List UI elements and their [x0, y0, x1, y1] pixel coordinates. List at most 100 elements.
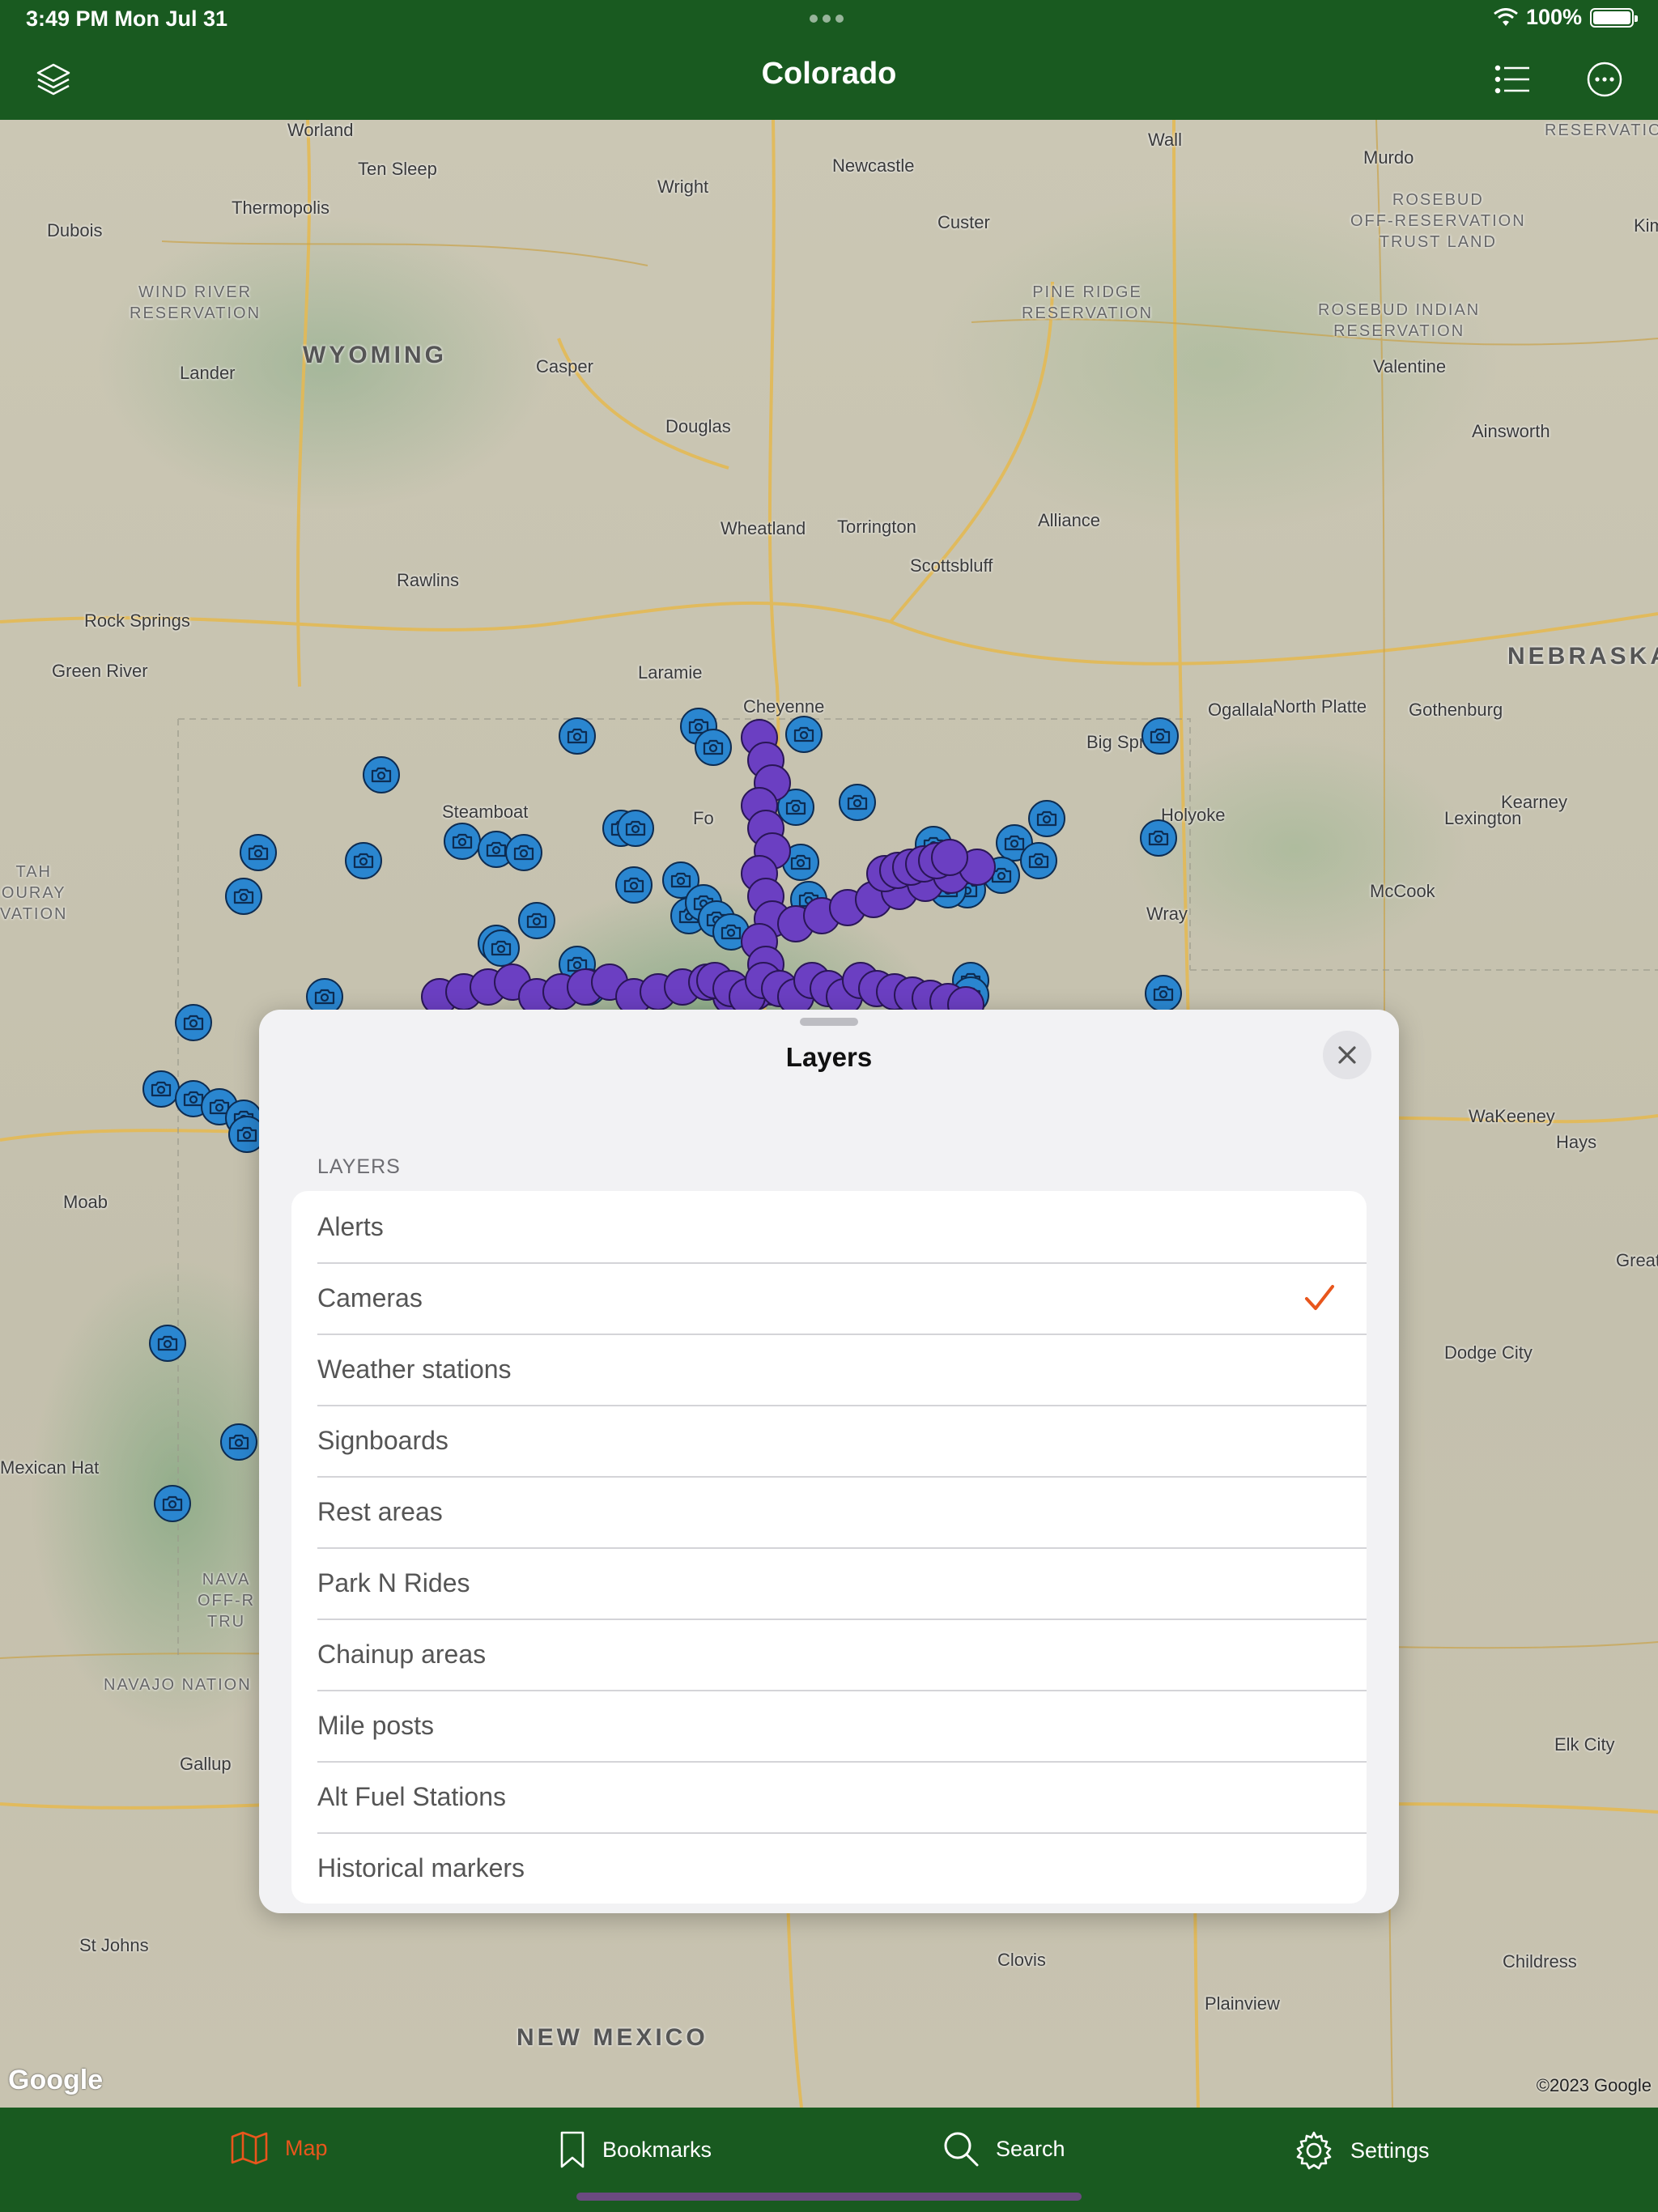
multitasking-dots-icon[interactable] — [810, 15, 848, 23]
tab-search[interactable]: Search — [942, 2130, 1065, 2167]
camera-marker-icon[interactable] — [1141, 717, 1179, 755]
map-place-label: Gallup — [180, 1754, 232, 1774]
camera-marker-icon[interactable] — [345, 842, 382, 879]
map-place-label: Elk City — [1554, 1734, 1615, 1755]
layers-list: Alerts Cameras Weather stations Signboards R… — [291, 1191, 1367, 1904]
map-reservation-label: ROSEBUD INDIAN RESERVATION — [1318, 301, 1481, 340]
map-reservation-label: RESERVATION — [1545, 121, 1658, 139]
map-place-label: Wright — [657, 177, 709, 197]
battery-percent: 100% — [1525, 5, 1582, 29]
map-place-label: Worland — [287, 120, 354, 140]
camera-marker-icon[interactable] — [559, 717, 596, 755]
top-bar: 3:49 PM Mon Jul 31 100% Colorado — [0, 0, 1658, 120]
tab-label: Search — [996, 2136, 1065, 2161]
camera-marker-icon[interactable] — [839, 784, 876, 821]
map-icon — [231, 2131, 268, 2165]
list-button[interactable] — [1490, 57, 1535, 102]
layer-row-mile-posts[interactable]: Mile posts — [291, 1690, 1367, 1761]
tab-map[interactable]: Map — [230, 2130, 328, 2166]
layer-label: Rest areas — [317, 1496, 443, 1526]
tab-label: Map — [285, 2135, 328, 2160]
camera-marker-icon[interactable] — [1020, 842, 1057, 879]
camera-marker-icon[interactable] — [149, 1325, 186, 1362]
list-icon — [1494, 65, 1529, 94]
ellipsis-circle-icon — [1587, 62, 1622, 97]
tab-bookmarks[interactable]: Bookmarks — [559, 2130, 712, 2169]
layer-row-signboards[interactable]: Signboards — [291, 1405, 1367, 1476]
layer-row-chainup-areas[interactable]: Chainup areas — [291, 1619, 1367, 1690]
layer-row-historical-markers[interactable]: Historical markers — [291, 1832, 1367, 1904]
map-place-label: Gothenburg — [1409, 700, 1503, 720]
map-reservation-label: NAVA OFF-R TRU — [198, 1571, 256, 1631]
layer-row-weather-stations[interactable]: Weather stations — [291, 1334, 1367, 1405]
search-icon — [944, 2132, 979, 2167]
video-marker-icon[interactable] — [931, 839, 968, 876]
camera-marker-icon[interactable] — [444, 823, 481, 860]
camera-marker-icon[interactable] — [695, 729, 732, 766]
camera-marker-icon[interactable] — [363, 756, 400, 793]
map-place-label: Casper — [536, 356, 593, 376]
gear-icon — [1296, 2131, 1332, 2170]
map-place-label: Mexican Hat — [0, 1457, 100, 1478]
layer-row-alt-fuel-stations[interactable]: Alt Fuel Stations — [291, 1761, 1367, 1832]
layer-label: Historical markers — [317, 1853, 525, 1882]
map-place-label: Valentine — [1373, 356, 1447, 376]
map-place-label: Kearney — [1501, 792, 1567, 812]
camera-marker-icon[interactable] — [240, 834, 277, 871]
more-button[interactable] — [1582, 57, 1627, 102]
home-indicator — [576, 2193, 1082, 2201]
map-place-label: Clovis — [997, 1950, 1046, 1970]
layer-label: Chainup areas — [317, 1639, 487, 1669]
map-place-label: Alliance — [1038, 510, 1101, 530]
layer-row-alerts[interactable]: Alerts — [291, 1191, 1367, 1262]
camera-marker-icon[interactable] — [518, 902, 555, 939]
map-reservation-label: WIND RIVER RESERVATION — [130, 283, 261, 322]
camera-marker-icon[interactable] — [1140, 819, 1177, 857]
sheet-grabber[interactable] — [800, 1018, 858, 1026]
layer-label: Alt Fuel Stations — [317, 1781, 506, 1811]
map-place-label: Big Spr — [1086, 732, 1146, 752]
layer-row-rest-areas[interactable]: Rest areas — [291, 1476, 1367, 1547]
map-place-label: Wall — [1148, 130, 1182, 150]
camera-marker-icon[interactable] — [225, 878, 262, 915]
camera-marker-icon[interactable] — [142, 1070, 180, 1108]
map-place-label: Fo — [693, 808, 714, 828]
map-place-label: WaKeeney — [1469, 1106, 1555, 1126]
camera-marker-icon[interactable] — [1028, 800, 1065, 837]
close-button[interactable] — [1323, 1031, 1371, 1079]
camera-marker-icon[interactable] — [615, 866, 653, 904]
map-reservation-label: NAVAJO NATION — [104, 1676, 252, 1694]
map-state-label: NEW MEXICO — [517, 2024, 708, 2051]
map-place-label: Green River — [52, 661, 148, 681]
layer-label: Alerts — [317, 1211, 384, 1241]
camera-marker-icon[interactable] — [220, 1423, 257, 1461]
map-place-label: Ogallala — [1208, 700, 1273, 720]
section-header: LAYERS — [317, 1155, 401, 1178]
map-place-label: Ainsworth — [1472, 421, 1550, 441]
bookmark-icon — [560, 2131, 585, 2168]
status-indicators: 100% — [1494, 5, 1638, 30]
camera-marker-icon[interactable] — [154, 1485, 191, 1522]
map-place-label: Douglas — [665, 416, 731, 436]
camera-marker-icon[interactable] — [785, 716, 823, 753]
tab-settings[interactable]: Settings — [1294, 2130, 1430, 2171]
layer-label: Cameras — [317, 1283, 423, 1312]
map-place-label: Dodge City — [1444, 1342, 1533, 1363]
layer-label: Signboards — [317, 1425, 449, 1455]
close-icon — [1338, 1046, 1356, 1064]
camera-marker-icon[interactable] — [483, 929, 520, 967]
layer-row-park-n-rides[interactable]: Park N Rides — [291, 1547, 1367, 1619]
tab-label: Settings — [1350, 2138, 1430, 2163]
layer-row-cameras[interactable]: Cameras — [291, 1262, 1367, 1334]
map-place-label: Custer — [937, 212, 990, 232]
map-place-label: Childress — [1503, 1951, 1577, 1972]
map-place-label: Kimb — [1634, 215, 1658, 236]
camera-marker-icon[interactable] — [617, 810, 654, 847]
map-place-label: Thermopolis — [232, 198, 330, 218]
camera-marker-icon[interactable] — [505, 834, 542, 871]
camera-marker-icon[interactable] — [175, 1004, 212, 1041]
map-place-label: Dubois — [47, 220, 103, 240]
camera-marker-icon[interactable] — [1145, 975, 1182, 1012]
google-logo: Google — [8, 2065, 104, 2095]
map-reservation-label: TAH OURAY VATION — [0, 863, 68, 923]
